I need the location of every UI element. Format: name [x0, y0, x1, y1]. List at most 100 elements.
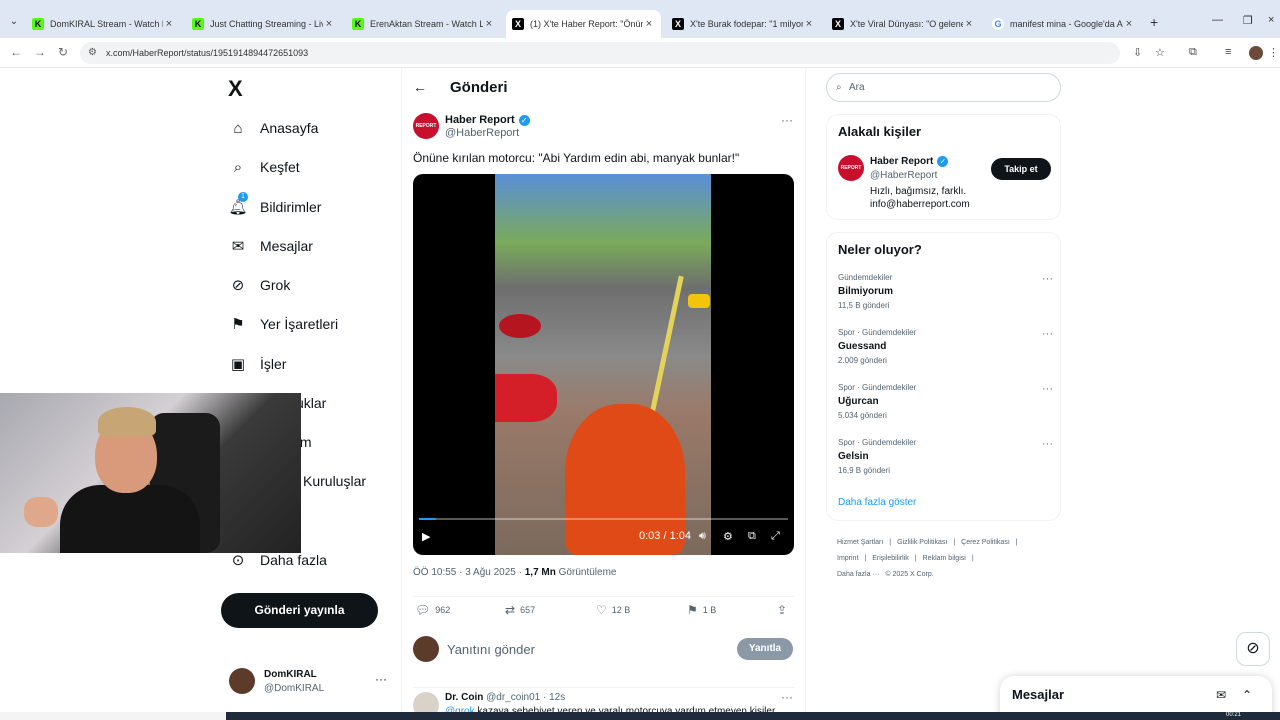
back-icon[interactable]: ←: [10, 45, 22, 59]
search-placeholder: Ara: [849, 82, 865, 93]
footer-separator: |: [953, 539, 956, 546]
browser-menu-icon[interactable]: ⋮: [1268, 46, 1279, 59]
url-field[interactable]: ⚙ x.com/HaberReport/status/1951914894472…: [80, 42, 1120, 64]
settings-icon[interactable]: ⚙: [723, 530, 733, 543]
video-player[interactable]: ▶ 0:03 / 1:04 🔊︎ ⚙ ⧉ ⤢: [413, 174, 794, 555]
reply-action[interactable]: 💬︎ 962: [415, 603, 450, 617]
google-icon: G: [992, 18, 1004, 30]
reload-icon[interactable]: ↻: [58, 45, 68, 59]
share-action[interactable]: ⇪: [777, 603, 792, 617]
trend-item[interactable]: Spor · Gündemdekiler Gelsin 16,9 B gönde…: [838, 438, 1053, 488]
tweet-meta: ÖÖ 10:55 · 3 Ağu 2025 · 1,7 Mn Görüntüle…: [413, 567, 616, 578]
close-icon[interactable]: ×: [803, 18, 815, 30]
volume-icon[interactable]: 🔊︎: [699, 530, 706, 543]
close-icon[interactable]: ×: [963, 18, 975, 30]
close-icon[interactable]: ×: [483, 18, 495, 30]
star-icon[interactable]: ☆: [1155, 46, 1165, 59]
more-icon[interactable]: ···: [375, 672, 387, 686]
related-handle[interactable]: @HaberReport: [870, 170, 937, 181]
nav-item-messages[interactable]: ✉ Mesajlar: [228, 232, 313, 260]
follow-button[interactable]: Takip et: [991, 158, 1051, 180]
nav-item-jobs[interactable]: ▣ İşler: [228, 350, 287, 378]
footer-more-link[interactable]: Daha fazla ···: [837, 571, 879, 578]
retweet-action[interactable]: ⇄ 657: [505, 603, 535, 617]
more-icon[interactable]: ···: [1042, 328, 1053, 340]
tweet-time[interactable]: ÖÖ 10:55 · 3 Ağu 2025 ·: [413, 567, 525, 578]
tweet-avatar[interactable]: REPORT: [413, 113, 439, 139]
footer-link[interactable]: Hizmet Şartları: [837, 539, 883, 546]
expand-icon[interactable]: ⌃: [1242, 688, 1252, 702]
reply-input[interactable]: Yanıtını gönder: [447, 642, 535, 657]
reply-count: 962: [435, 605, 451, 615]
trend-item[interactable]: Spor · Gündemdekiler Guessand 2.009 gönd…: [838, 328, 1053, 378]
tab-search-icon[interactable]: ⌄: [6, 14, 22, 30]
minimize-icon[interactable]: —: [1212, 14, 1223, 26]
nav-item-organizations[interactable]: Kuruluşlar: [303, 467, 366, 495]
restore-icon[interactable]: ❐: [1243, 14, 1253, 27]
nav-item-notifications[interactable]: 🔔︎ 1 Bildirimler: [228, 192, 321, 221]
site-info-icon[interactable]: ⚙: [88, 42, 97, 64]
close-icon[interactable]: ×: [163, 18, 175, 30]
footer-link[interactable]: Gizlilik Politikası: [897, 539, 947, 546]
close-icon[interactable]: ×: [1123, 18, 1135, 30]
tweet-author[interactable]: Haber Report ✓: [445, 114, 530, 126]
browser-tab[interactable]: X X'te Burak fodepar: "1 milyon d ×: [666, 12, 821, 36]
more-icon[interactable]: ···: [1042, 273, 1053, 285]
more-icon[interactable]: ···: [1042, 438, 1053, 450]
trend-item[interactable]: Gündemdekiler Bilmiyorum 11,5 B gönderi …: [838, 273, 1053, 323]
more-icon[interactable]: ···: [1042, 383, 1053, 395]
x-logo[interactable]: X: [228, 76, 243, 102]
close-icon[interactable]: ×: [643, 18, 655, 30]
bookmark-action[interactable]: ⚑ 1 B: [687, 603, 716, 617]
grok-icon[interactable]: ⊘: [1236, 632, 1270, 666]
window-close-icon[interactable]: ×: [1268, 14, 1274, 26]
install-icon[interactable]: ⇩: [1133, 46, 1142, 59]
new-message-icon[interactable]: ✉: [1216, 688, 1226, 702]
related-name[interactable]: Haber Report ✓: [870, 156, 949, 167]
nav-label: Mesajlar: [260, 238, 313, 254]
browser-tab-active[interactable]: X (1) X'te Haber Report: "Önüne k ×: [506, 10, 661, 38]
footer-link[interactable]: Imprint: [837, 555, 858, 562]
browser-tab[interactable]: G manifest mina - Google'da Ara ×: [986, 12, 1141, 36]
extensions-icon[interactable]: ⧉: [1189, 46, 1197, 59]
show-more-link[interactable]: Daha fazla göster: [838, 497, 916, 508]
tweet-handle[interactable]: @HaberReport: [445, 127, 519, 139]
pip-icon[interactable]: ⧉: [748, 530, 756, 543]
trend-context: Spor · Gündemdekiler: [838, 328, 917, 337]
forward-icon[interactable]: →: [34, 45, 46, 59]
browser-tab[interactable]: K Just Chatting Streaming - Live ×: [186, 12, 341, 36]
nav-item-explore[interactable]: ⌕ Keşfet: [228, 153, 300, 181]
home-icon: ⌂: [233, 119, 243, 137]
nav-item-grok[interactable]: ⊘ Grok: [228, 271, 291, 299]
fullscreen-icon[interactable]: ⤢: [771, 530, 780, 543]
mail-icon: ✉: [231, 238, 245, 255]
notification-badge: 1: [238, 192, 248, 202]
footer-link[interactable]: Çerez Politikası: [961, 539, 1010, 546]
more-icon[interactable]: ···: [781, 113, 793, 127]
footer-link[interactable]: Erişilebilirlik: [872, 555, 909, 562]
video-progress-bar[interactable]: [419, 518, 788, 520]
browser-tab[interactable]: K DomKIRAL Stream - Watch Live ×: [26, 12, 181, 36]
related-avatar[interactable]: REPORT: [838, 155, 864, 181]
close-icon[interactable]: ×: [323, 18, 335, 30]
account-switcher[interactable]: DomKIRAL @DomKIRAL ···: [229, 666, 389, 698]
new-tab-icon[interactable]: +: [1150, 14, 1158, 30]
profile-avatar[interactable]: [1249, 46, 1263, 60]
browser-tab[interactable]: X X'te Viral Dünyası: "O gelene k ×: [826, 12, 981, 36]
like-action[interactable]: ♡ 12 B: [596, 603, 630, 617]
back-arrow-icon[interactable]: ←: [413, 79, 427, 95]
footer-link[interactable]: Reklam bilgisi: [923, 555, 966, 562]
more-icon[interactable]: ···: [781, 690, 793, 704]
trend-item[interactable]: Spor · Gündemdekiler Uğurcan 5.034 gönde…: [838, 383, 1053, 433]
grok-icon: ⊘: [231, 277, 245, 294]
media-icon[interactable]: ≡: [1225, 46, 1231, 58]
post-button[interactable]: Gönderi yayınla: [221, 593, 378, 628]
reply-author[interactable]: Dr. Coin @dr_coin01 · 12s: [445, 692, 565, 703]
reply-button[interactable]: Yanıtla: [737, 638, 793, 660]
panel-title: Alakalı kişiler: [838, 124, 922, 139]
play-icon[interactable]: ▶: [422, 530, 430, 543]
browser-tab[interactable]: K ErenAktan Stream - Watch Live ×: [346, 12, 501, 36]
nav-item-bookmarks[interactable]: ⚑ Yer İşaretleri: [228, 310, 338, 338]
search-input[interactable]: ⌕ Ara: [826, 73, 1061, 102]
nav-item-home[interactable]: ⌂ Anasayfa: [228, 114, 318, 142]
